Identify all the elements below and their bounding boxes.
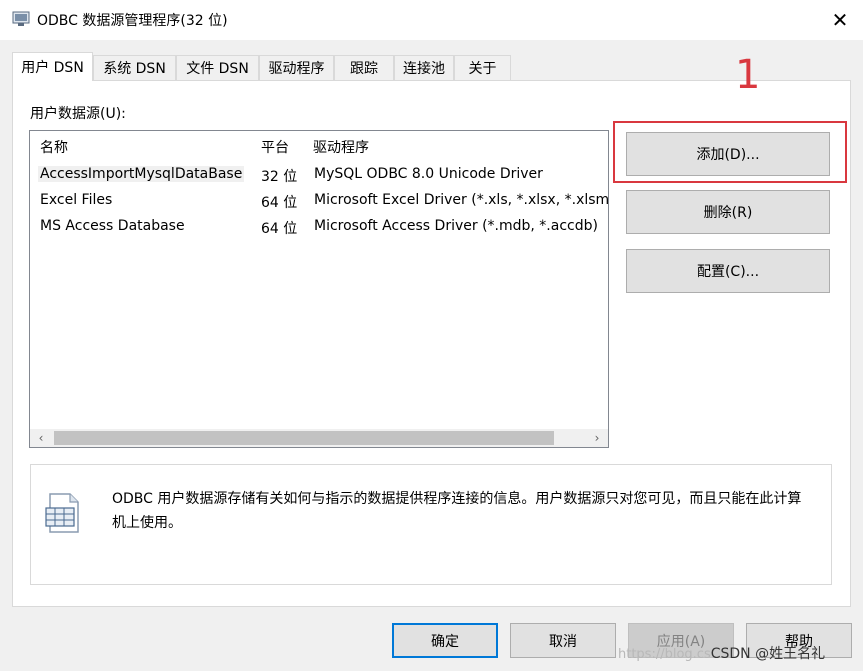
column-header-driver[interactable]: 驱动程序	[313, 137, 369, 157]
cancel-button[interactable]: 取消	[510, 623, 616, 658]
dsn-driver: Microsoft Excel Driver (*.xls, *.xlsx, *…	[314, 192, 609, 208]
tab-user-dsn[interactable]: 用户 DSN	[12, 52, 93, 81]
dsn-name: AccessImportMysqlDataBase	[38, 166, 245, 182]
scroll-right-icon[interactable]: ›	[588, 429, 606, 447]
dsn-platform: 64 位	[261, 195, 298, 211]
button-label: 确定	[431, 633, 459, 650]
button-label: 配置(C)...	[696, 264, 760, 280]
scroll-left-icon[interactable]: ‹	[32, 429, 50, 447]
dsn-driver: Microsoft Access Driver (*.mdb, *.accdb)	[314, 218, 598, 234]
close-button[interactable]: ✕	[817, 0, 863, 40]
add-button[interactable]: 添加(D)...	[626, 132, 830, 176]
dsn-platform: 64 位	[261, 221, 298, 237]
info-description: ODBC 用户数据源存储有关如何与指示的数据提供程序连接的信息。用户数据源只对您…	[112, 491, 802, 531]
tab-label: 关于	[468, 61, 497, 77]
watermark-brand: CSDN @姓王名礼	[710, 646, 826, 662]
tab-label: 文件 DSN	[186, 61, 249, 77]
close-icon: ✕	[831, 8, 849, 32]
tab-label: 跟踪	[350, 61, 378, 77]
watermark-url: https://blog.cs	[618, 647, 711, 662]
button-label: 添加(D)...	[696, 147, 760, 163]
tab-label: 驱动程序	[268, 61, 325, 77]
configure-button[interactable]: 配置(C)...	[626, 249, 830, 293]
list-row[interactable]: Excel Files 64 位 Microsoft Excel Driver …	[30, 189, 608, 215]
list-header: 名称 平台 驱动程序	[30, 131, 608, 161]
odbc-app-icon	[12, 11, 30, 26]
tab-label: 系统 DSN	[103, 61, 166, 77]
user-data-sources-label: 用户数据源(U):	[30, 106, 126, 122]
button-label: 取消	[549, 633, 577, 650]
tab-system-dsn[interactable]: 系统 DSN	[93, 55, 176, 80]
tab-label: 连接池	[403, 61, 445, 77]
horizontal-scrollbar[interactable]: ‹ ›	[30, 429, 608, 447]
dsn-platform: 32 位	[261, 169, 298, 185]
tab-label: 用户 DSN	[21, 60, 84, 76]
list-row[interactable]: AccessImportMysqlDataBase 32 位 MySQL ODB…	[30, 163, 608, 189]
tab-tracing[interactable]: 跟踪	[334, 55, 394, 80]
dsn-name: Excel Files	[40, 192, 113, 208]
remove-button[interactable]: 删除(R)	[626, 190, 830, 234]
user-dsn-list[interactable]: 名称 平台 驱动程序 AccessImportMysqlDataBase 32 …	[29, 130, 609, 448]
scroll-thumb[interactable]	[54, 431, 554, 445]
tab-drivers[interactable]: 驱动程序	[259, 55, 334, 80]
watermark: https://blog.csCSDN @姓王名礼	[618, 643, 825, 663]
annotation-number: 1	[735, 52, 761, 98]
column-header-platform[interactable]: 平台	[261, 137, 289, 157]
data-source-info-icon	[45, 493, 79, 533]
tab-connection-pooling[interactable]: 连接池	[394, 55, 454, 80]
title-bar: ODBC 数据源管理程序(32 位) ✕	[0, 0, 863, 40]
ok-button[interactable]: 确定	[392, 623, 498, 658]
dsn-name: MS Access Database	[40, 218, 185, 234]
button-label: 删除(R)	[703, 205, 753, 221]
column-header-name[interactable]: 名称	[40, 137, 68, 157]
tab-file-dsn[interactable]: 文件 DSN	[176, 55, 259, 80]
window-title: ODBC 数据源管理程序(32 位)	[37, 13, 228, 29]
list-row[interactable]: MS Access Database 64 位 Microsoft Access…	[30, 215, 608, 241]
dsn-driver: MySQL ODBC 8.0 Unicode Driver	[314, 166, 543, 182]
tab-about[interactable]: 关于	[454, 55, 511, 80]
